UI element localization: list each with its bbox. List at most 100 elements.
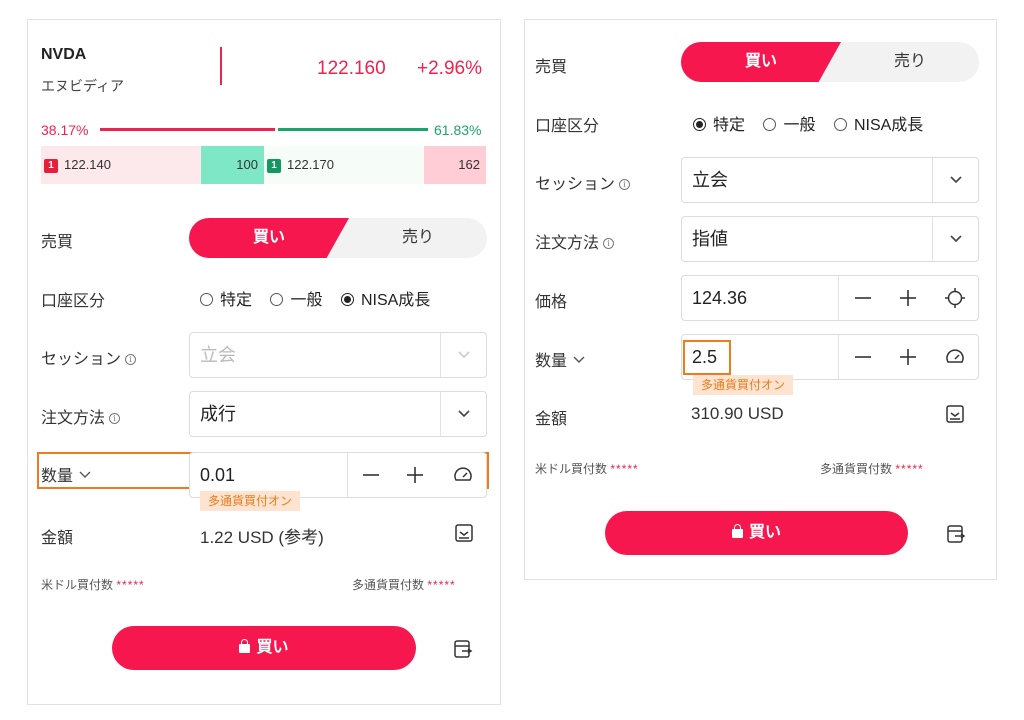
bid-qty: 100	[236, 157, 258, 172]
price-change: +2.96%	[417, 58, 482, 79]
amount-label: 金額	[535, 411, 568, 428]
bid-percentage: 38.17%	[41, 122, 89, 138]
account-type-radios: 特定 一般 NISA成長	[200, 286, 430, 310]
buy-sell-toggle: 買い 売り	[681, 42, 979, 82]
info-icon[interactable]: i	[619, 179, 631, 191]
symbol-ticker: NVDA	[41, 46, 87, 63]
session-select[interactable]: 立会	[681, 157, 979, 203]
calculator-icon[interactable]	[454, 523, 474, 543]
buy-sell-toggle: 買い 売り	[189, 218, 487, 258]
session-value: 立会	[200, 345, 236, 365]
ask-cell: 1 122.170	[264, 146, 424, 184]
session-label: セッション i	[41, 345, 137, 369]
price-label: 価格	[535, 294, 568, 311]
plus-icon[interactable]	[897, 346, 919, 368]
multi-count: 多通貨買付数 *****	[820, 462, 924, 476]
buy-tab[interactable]: 買い	[189, 218, 349, 258]
info-icon[interactable]: i	[603, 238, 615, 250]
radio-circle	[833, 118, 847, 131]
sell-tab[interactable]: 売り	[349, 218, 487, 258]
calculator-icon[interactable]	[945, 404, 965, 424]
session-value: 立会	[692, 170, 728, 190]
info-icon[interactable]: i	[109, 413, 121, 425]
buy-tab[interactable]: 買い	[681, 42, 841, 82]
lock-icon	[239, 639, 251, 653]
quantity-value-highlight	[683, 340, 731, 375]
account-type-label: 口座区分	[535, 118, 600, 135]
usd-count: 米ドル買付数 *****	[41, 578, 145, 592]
chevron-down-icon	[573, 356, 585, 363]
chevron-down-icon	[950, 176, 962, 184]
order-panel-left: NVDA エヌビディア 122.160 +2.96% 38.17% 61.83%…	[27, 19, 501, 705]
chevron-down-icon	[950, 235, 962, 243]
price-input[interactable]: 124.36	[692, 276, 747, 320]
multi-count-value: *****	[427, 578, 456, 592]
chevron-down-icon	[458, 410, 470, 418]
amount-value: 310.90 USD	[691, 404, 784, 423]
gauge-icon[interactable]	[452, 464, 474, 486]
ask-ratio-bar	[278, 128, 428, 131]
usd-count-value: *****	[116, 578, 145, 592]
ask-percentage: 61.83%	[434, 122, 482, 138]
session-label: セッション i	[535, 170, 631, 194]
ask-qty-cell: 162	[424, 146, 486, 184]
radio-circle	[200, 293, 213, 306]
bid-cell: 1 122.140	[41, 146, 201, 184]
plus-icon[interactable]	[404, 464, 426, 486]
order-method-select[interactable]: 指値	[681, 216, 979, 262]
radio-circle	[270, 293, 284, 306]
multi-count: 多通貨買付数 *****	[352, 578, 456, 592]
side-label: 売買	[535, 59, 568, 76]
account-type-label: 口座区分	[41, 293, 106, 310]
buy-submit-button[interactable]: 買い	[605, 511, 908, 555]
radio-nisa[interactable]: NISA成長	[340, 286, 430, 310]
lock-icon	[731, 524, 743, 538]
ask-level-badge: 1	[267, 158, 281, 173]
minus-icon[interactable]	[852, 287, 874, 309]
bid-ratio-bar	[100, 128, 275, 131]
multi-currency-tip: 多通貨買付オン	[693, 375, 794, 395]
radio-tokutei[interactable]: 特定	[693, 111, 745, 135]
radio-nisa[interactable]: NISA成長	[833, 111, 923, 135]
swap-icon[interactable]	[946, 524, 966, 544]
gauge-icon[interactable]	[944, 346, 966, 368]
usd-count-value: *****	[610, 462, 639, 476]
order-method-value: 指値	[692, 229, 728, 249]
ask-price: 122.170	[287, 157, 334, 172]
order-method-select[interactable]: 成行	[189, 391, 487, 437]
bid-level-badge: 1	[44, 158, 58, 173]
price-stepper[interactable]: 124.36	[681, 275, 979, 321]
minus-icon[interactable]	[360, 464, 382, 486]
target-icon[interactable]	[944, 287, 966, 309]
radio-ippan[interactable]: 一般	[270, 286, 322, 310]
chevron-down-icon	[79, 471, 91, 478]
side-label: 売買	[41, 234, 74, 251]
last-price: 122.160	[317, 58, 386, 79]
bid-qty-cell: 100	[201, 146, 264, 184]
radio-tokutei[interactable]: 特定	[200, 286, 252, 310]
amount-value: 1.22 USD (参考)	[200, 528, 324, 547]
amount-label: 金額	[41, 530, 74, 547]
plus-icon[interactable]	[897, 287, 919, 309]
quantity-label[interactable]: 数量	[41, 462, 92, 486]
chevron-down-icon	[458, 351, 470, 359]
info-icon[interactable]: i	[125, 354, 137, 366]
session-select[interactable]: 立会	[189, 332, 487, 378]
radio-ippan[interactable]: 一般	[763, 111, 815, 135]
order-method-label: 注文方法 i	[535, 229, 615, 253]
sell-tab[interactable]: 売り	[841, 42, 979, 82]
account-type-radios: 特定 一般 NISA成長	[693, 111, 923, 135]
radio-circle	[763, 118, 777, 131]
usd-count: 米ドル買付数 *****	[535, 462, 639, 476]
price-indicator-line	[220, 47, 222, 85]
swap-icon[interactable]	[453, 639, 473, 659]
multi-count-value: *****	[895, 462, 924, 476]
ask-qty: 162	[458, 157, 480, 172]
buy-submit-button[interactable]: 買い	[112, 626, 416, 670]
radio-circle-selected	[340, 293, 354, 306]
bid-price: 122.140	[64, 157, 111, 172]
company-name: エヌビディア	[41, 78, 125, 94]
order-method-value: 成行	[200, 404, 236, 424]
minus-icon[interactable]	[852, 346, 874, 368]
quantity-label[interactable]: 数量	[535, 347, 586, 371]
